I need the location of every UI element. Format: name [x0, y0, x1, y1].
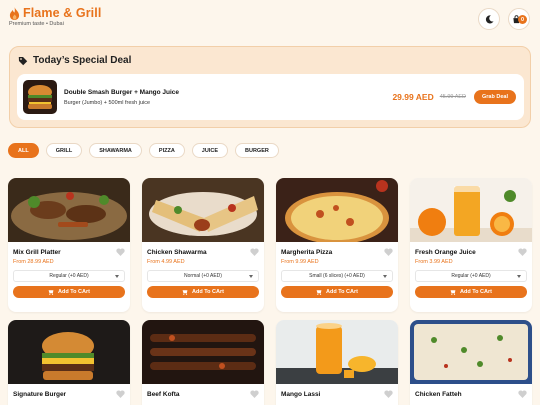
deal-old-price: 45.99 AED	[439, 94, 467, 100]
heart-icon[interactable]	[250, 248, 259, 256]
heart-icon[interactable]	[384, 248, 393, 256]
add-to-cart-label: Add To CArt	[326, 289, 358, 295]
add-to-cart-button[interactable]: Add To CArt	[281, 286, 393, 298]
size-select-value: Normal (+0 AED)	[184, 273, 222, 279]
product-price: From 4.99 AED	[147, 259, 185, 265]
heart-icon[interactable]	[116, 390, 125, 398]
size-select[interactable]: Normal (+0 AED)	[147, 270, 259, 282]
brand-name: Flame & Grill	[23, 6, 102, 20]
category-pizza[interactable]: PIZZA	[148, 143, 185, 158]
heart-icon[interactable]	[518, 248, 527, 256]
product-card[interactable]: Mango Lassi	[276, 320, 398, 405]
heart-icon[interactable]	[116, 248, 125, 256]
app-header: Flame & Grill Premium taste • Dubai 0	[0, 0, 540, 36]
product-card[interactable]: Beef Kofta	[142, 320, 264, 405]
product-price: From 3.99 AED	[415, 259, 453, 265]
category-burger[interactable]: BURGER	[235, 143, 279, 158]
deal-name: Double Smash Burger + Mango Juice	[64, 88, 180, 96]
size-select[interactable]: Small (6 slices) (+0 AED)	[281, 270, 393, 282]
chevron-down-icon	[517, 275, 521, 278]
add-to-cart-label: Add To CArt	[460, 289, 492, 295]
heart-icon[interactable]	[250, 390, 259, 398]
product-name: Beef Kofta	[147, 390, 180, 398]
size-select-value: Regular (+0 AED)	[49, 273, 89, 279]
product-card[interactable]: Signature Burger	[8, 320, 130, 405]
moon-icon	[485, 14, 494, 23]
product-name: Signature Burger	[13, 390, 67, 398]
size-select-value: Small (6 slices) (+0 AED)	[309, 273, 365, 279]
product-card[interactable]: Chicken Fatteh	[410, 320, 532, 405]
chevron-down-icon	[383, 275, 387, 278]
cart-icon	[316, 290, 322, 295]
theme-toggle-button[interactable]	[478, 8, 500, 30]
brand-tagline: Premium taste • Dubai	[9, 21, 64, 27]
add-to-cart-label: Add To CArt	[192, 289, 224, 295]
brand[interactable]: Flame & Grill Premium taste • Dubai	[9, 6, 101, 27]
product-name: Chicken Fatteh	[415, 390, 462, 398]
product-name: Fresh Orange Juice	[415, 248, 476, 256]
heart-icon[interactable]	[518, 390, 527, 398]
chevron-down-icon	[115, 275, 119, 278]
heart-icon[interactable]	[384, 390, 393, 398]
product-name: Mix Grill Platter	[13, 248, 61, 256]
cart-count-badge: 0	[518, 15, 527, 24]
product-card[interactable]: Margherita Pizza From 9.99 AED Small (6 …	[276, 178, 398, 312]
product-image-fatteh	[410, 320, 532, 384]
product-image-orange-juice	[410, 178, 532, 242]
product-image-mango-lassi	[276, 320, 398, 384]
product-name: Mango Lassi	[281, 390, 321, 398]
special-deal-panel: Today’s Special Deal Double Smash Burger…	[9, 46, 531, 128]
category-shawarma[interactable]: SHAWARMA	[89, 143, 142, 158]
cart-button[interactable]: 0	[508, 8, 530, 30]
cart-icon	[48, 290, 54, 295]
tag-icon	[18, 56, 28, 65]
product-price: From 9.99 AED	[281, 259, 319, 265]
deal-heading: Today’s Special Deal	[33, 55, 132, 66]
size-select[interactable]: Regular (+0 AED)	[13, 270, 125, 282]
size-select-value: Regular (+0 AED)	[451, 273, 491, 279]
product-image-pizza	[276, 178, 398, 242]
product-image-burger	[8, 320, 130, 384]
add-to-cart-label: Add To CArt	[58, 289, 90, 295]
size-select[interactable]: Regular (+0 AED)	[415, 270, 527, 282]
product-image-kofta	[142, 320, 264, 384]
product-card[interactable]: Chicken Shawarma From 4.99 AED Normal (+…	[142, 178, 264, 312]
product-image-mixed-grill	[8, 178, 130, 242]
product-card[interactable]: Mix Grill Platter From 28.99 AED Regular…	[8, 178, 130, 312]
product-name: Chicken Shawarma	[147, 248, 207, 256]
flame-icon	[9, 6, 20, 20]
chevron-down-icon	[249, 275, 253, 278]
category-juice[interactable]: JUICE	[191, 143, 228, 158]
cart-icon	[182, 290, 188, 295]
category-filter-bar: ALL GRILL SHAWARMA PIZZA JUICE BURGER	[8, 143, 279, 158]
category-grill[interactable]: GRILL	[45, 143, 83, 158]
cart-icon	[450, 290, 456, 295]
product-card[interactable]: Fresh Orange Juice From 3.99 AED Regular…	[410, 178, 532, 312]
add-to-cart-button[interactable]: Add To CArt	[13, 286, 125, 298]
category-all[interactable]: ALL	[8, 143, 39, 158]
deal-card[interactable]: Double Smash Burger + Mango Juice Burger…	[17, 74, 524, 120]
add-to-cart-button[interactable]: Add To CArt	[415, 286, 527, 298]
product-name: Margherita Pizza	[281, 248, 333, 256]
deal-image	[23, 80, 57, 114]
product-price: From 28.99 AED	[13, 259, 54, 265]
product-image-shawarma	[142, 178, 264, 242]
grab-deal-button[interactable]: Grab Deal	[474, 90, 516, 104]
add-to-cart-button[interactable]: Add To CArt	[147, 286, 259, 298]
deal-description: Burger (Jumbo) + 500ml fresh juice	[64, 99, 151, 106]
deal-price: 29.99 AED	[392, 92, 434, 102]
